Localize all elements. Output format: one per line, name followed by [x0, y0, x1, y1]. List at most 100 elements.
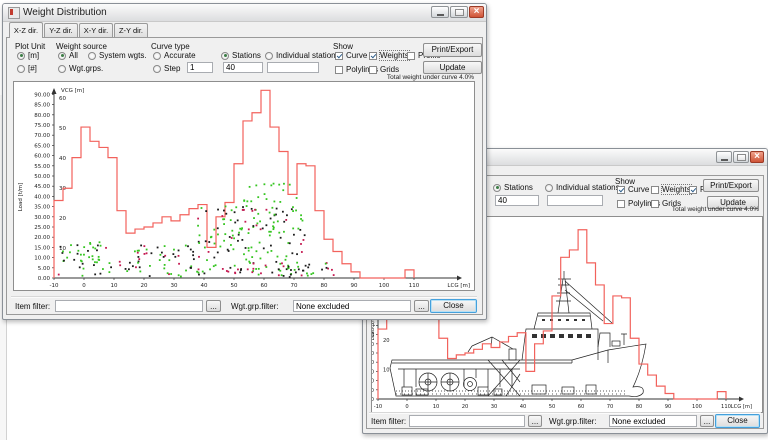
svg-text:20.00: 20.00 [372, 360, 374, 366]
close-button[interactable] [469, 6, 484, 18]
svg-text:-10: -10 [50, 283, 59, 289]
close-dialog-button[interactable]: Close [430, 299, 477, 313]
svg-text:30: 30 [491, 404, 498, 410]
radio-label: Stations [504, 183, 533, 192]
minimize-button[interactable] [431, 6, 449, 18]
individual-stations-field[interactable] [267, 62, 319, 73]
radio-label: Stations [232, 51, 261, 60]
radio-label: System wgts. [99, 51, 147, 60]
wgt-grp-filter-browse-button[interactable]: ... [414, 300, 429, 312]
radio-accurate[interactable]: Accurate [153, 51, 196, 60]
svg-text:80.00: 80.00 [34, 113, 50, 119]
checkbox-label: Weights [380, 51, 409, 60]
weight-distribution-chart: -1001020304050607080901001100.005.0010.0… [13, 81, 475, 291]
svg-text:5.00: 5.00 [38, 266, 51, 272]
checkbox-icon [369, 66, 377, 74]
wgt-grp-filter-browse-button[interactable]: ... [700, 415, 714, 427]
titlebar[interactable]: Weight Distribution [3, 4, 486, 22]
tab-zy-dir[interactable]: Z-Y dir. [114, 23, 148, 37]
radio-step[interactable]: Step [153, 64, 180, 73]
svg-text:10: 10 [383, 368, 390, 374]
svg-text:15.00: 15.00 [34, 245, 50, 251]
maximize-icon [455, 9, 464, 16]
print-export-button[interactable]: Print/Export [703, 179, 759, 192]
radio-individual-stations[interactable]: Individual stations [545, 183, 620, 192]
radio-icon [221, 52, 229, 60]
maximize-button[interactable] [450, 6, 468, 18]
maximize-button[interactable] [733, 151, 749, 163]
minimize-icon [721, 159, 728, 161]
wgt-grp-filter-field[interactable] [293, 300, 411, 312]
maximize-icon [737, 154, 746, 161]
checkbox-icon [335, 52, 343, 60]
radio-unit-hash[interactable]: [#] [17, 64, 37, 73]
radio-unit-m[interactable]: [m] [17, 51, 39, 60]
checkbox-weights[interactable]: Weights [651, 185, 691, 194]
tab-xz-dir[interactable]: X-Z dir. [9, 22, 43, 38]
svg-text:35.00: 35.00 [34, 205, 50, 211]
svg-text:60.00: 60.00 [34, 154, 50, 160]
tab-xy-dir[interactable]: X-Y dir. [79, 23, 113, 37]
radio-label: Step [164, 64, 180, 73]
close-button[interactable] [750, 151, 764, 163]
checkbox-icon [651, 186, 659, 194]
svg-text:0.00: 0.00 [372, 397, 374, 403]
svg-text:5.00: 5.00 [372, 388, 374, 394]
radio-source-system-wgts[interactable]: System wgts. [88, 51, 147, 60]
radio-label: [#] [28, 64, 37, 73]
stations-count-field[interactable] [495, 195, 539, 206]
radio-label: All [69, 51, 78, 60]
svg-text:90: 90 [351, 283, 358, 289]
individual-stations-field[interactable] [547, 195, 603, 206]
total-weight-note: Total weight under curve 4.0% [387, 74, 474, 81]
svg-text:20: 20 [141, 283, 148, 289]
checkbox-weights[interactable]: Weights [369, 51, 409, 60]
step-size-field[interactable] [187, 62, 213, 73]
plot-unit-legend: Plot Unit [15, 42, 45, 51]
app-icon [8, 7, 20, 19]
radio-source-all[interactable]: All [58, 51, 78, 60]
minimize-icon [437, 14, 444, 16]
checkbox-label: Curve [346, 51, 367, 60]
radio-icon [153, 65, 161, 73]
item-filter-field[interactable] [409, 415, 525, 427]
checkbox-icon [651, 200, 659, 208]
radio-individual-stations[interactable]: Individual stations [265, 51, 340, 60]
radio-icon [153, 52, 161, 60]
svg-text:20.00: 20.00 [34, 235, 50, 241]
radio-stations[interactable]: Stations [221, 51, 261, 60]
checkbox-curve[interactable]: Curve [335, 51, 367, 60]
wgt-grp-filter-field[interactable] [609, 415, 697, 427]
radio-icon [493, 184, 501, 192]
radio-stations[interactable]: Stations [493, 183, 533, 192]
checkbox-curve[interactable]: Curve [617, 185, 649, 194]
item-filter-field[interactable] [55, 300, 203, 312]
radio-icon [88, 52, 96, 60]
tab-yz-dir[interactable]: Y-Z dir. [44, 23, 78, 37]
close-dialog-button[interactable]: Close [715, 414, 760, 428]
item-filter-browse-button[interactable]: ... [528, 415, 542, 427]
minimize-button[interactable] [716, 151, 732, 163]
print-export-button[interactable]: Print/Export [423, 43, 482, 57]
svg-text:75.00: 75.00 [34, 123, 50, 129]
radio-icon [17, 65, 25, 73]
svg-text:50.00: 50.00 [34, 174, 50, 180]
svg-text:70: 70 [291, 283, 298, 289]
item-filter-browse-button[interactable]: ... [206, 300, 221, 312]
update-button[interactable]: Update [423, 61, 482, 74]
radio-label: [m] [28, 51, 39, 60]
radio-source-wgt-grps[interactable]: Wgt.grps. [58, 64, 103, 73]
svg-text:40: 40 [201, 283, 208, 289]
radio-label: Individual stations [556, 183, 620, 192]
total-weight-note: Total weight under curve 4.0% [672, 206, 759, 213]
stations-count-field[interactable] [223, 62, 263, 73]
svg-text:Load [t/m]: Load [t/m] [18, 183, 24, 212]
checkbox-icon [617, 186, 625, 194]
svg-text:LCG [m]: LCG [m] [731, 404, 752, 410]
checkbox-grids[interactable]: Grids [369, 65, 399, 74]
svg-text:65.00: 65.00 [34, 143, 50, 149]
svg-text:55.00: 55.00 [34, 164, 50, 170]
show-group-legend: Show [333, 42, 353, 51]
radio-icon [17, 52, 25, 60]
svg-text:110: 110 [721, 404, 731, 410]
